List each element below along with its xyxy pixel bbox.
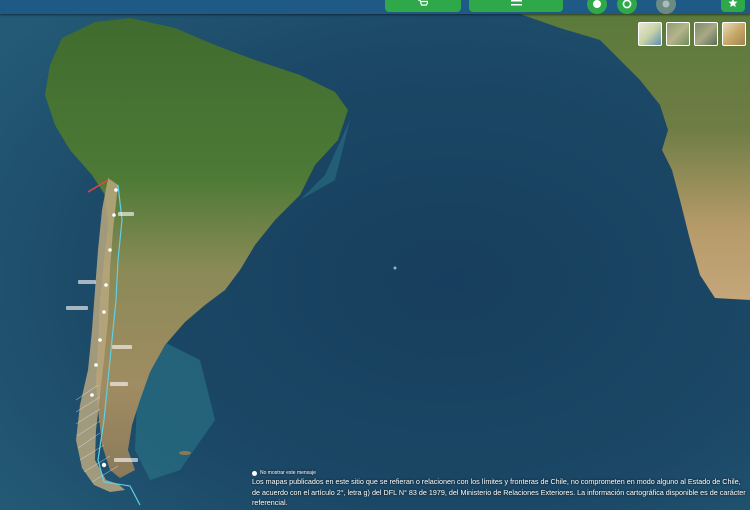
info-icon — [593, 0, 601, 8]
basemap-relief[interactable] — [694, 22, 718, 46]
basemap-satellite[interactable] — [638, 22, 662, 46]
layers-icon — [662, 0, 670, 8]
basemap-terrain[interactable] — [666, 22, 690, 46]
disclaimer-panel: No mostrar este mensaje Los mapas public… — [252, 469, 747, 509]
top-toolbar — [0, 0, 750, 14]
star-icon — [728, 0, 738, 7]
cart-icon — [418, 0, 428, 6]
falkland-islands — [179, 451, 191, 455]
island — [393, 266, 397, 270]
hide-message-label: No mostrar este mensaje — [260, 470, 316, 476]
disclaimer-text: Los mapas publicados en este sitio que s… — [252, 477, 746, 507]
basemap-topographic[interactable] — [722, 22, 746, 46]
info-button[interactable] — [587, 0, 607, 14]
list-icon — [510, 0, 522, 6]
hide-message-checkbox[interactable] — [252, 470, 257, 476]
list-button[interactable] — [469, 0, 563, 12]
help-button[interactable] — [617, 0, 637, 14]
cart-button[interactable] — [385, 0, 461, 12]
favorites-button[interactable] — [721, 0, 745, 12]
hide-message-row[interactable]: No mostrar este mensaje — [252, 469, 747, 477]
map-view[interactable] — [0, 0, 750, 510]
basemap-switcher — [638, 22, 746, 46]
help-icon — [622, 0, 632, 9]
layers-button[interactable] — [656, 0, 676, 14]
